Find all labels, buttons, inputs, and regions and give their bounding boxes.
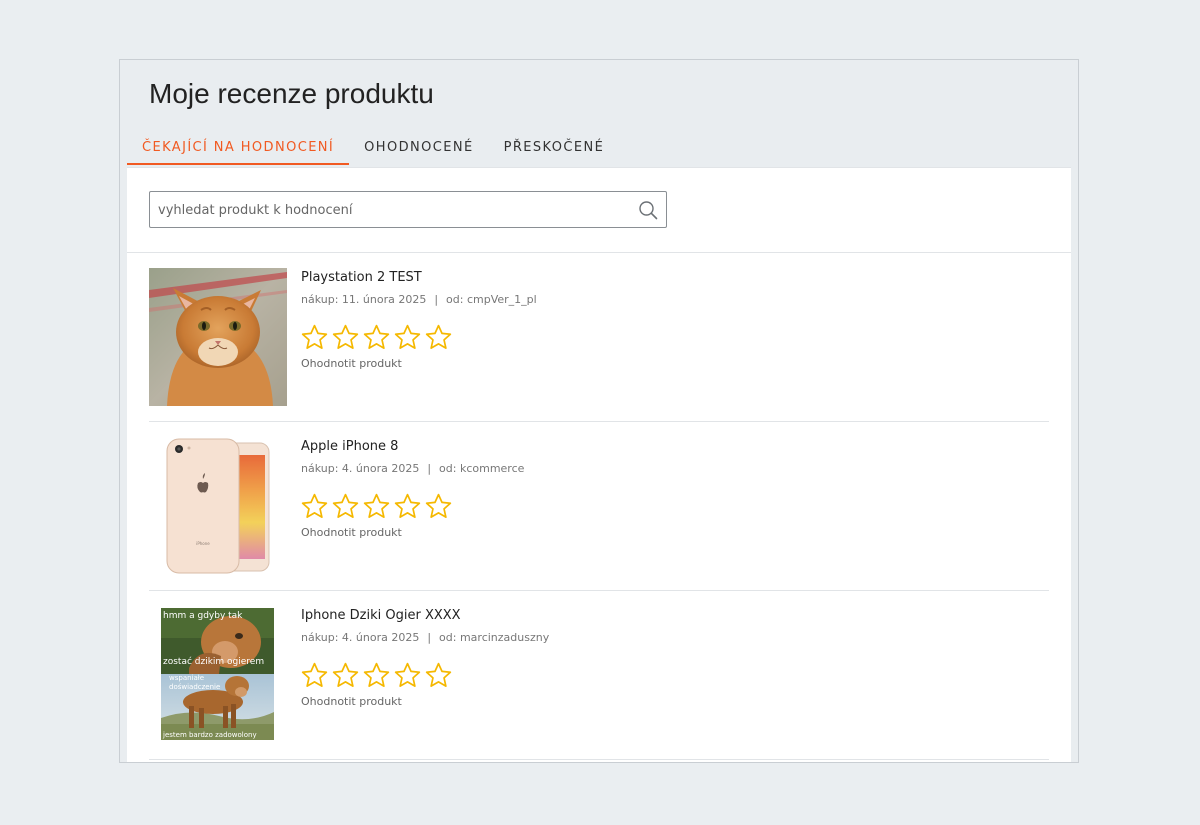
star-icon[interactable] <box>393 661 422 690</box>
tab-skipped[interactable]: PŘESKOČENÉ <box>489 135 620 165</box>
star-icon[interactable] <box>331 323 360 352</box>
purchase-date: nákup: 11. února 2025 <box>301 293 427 306</box>
meme-caption: doświadczenie <box>169 683 220 691</box>
product-item: iPhone Apple iPhone 8 nákup: 4. února 20… <box>149 422 1049 591</box>
meta-separator: | <box>434 293 439 306</box>
star-icon[interactable] <box>424 492 453 521</box>
search-box <box>149 191 667 229</box>
seller-name: od: marcinzaduszny <box>439 631 550 644</box>
product-list: Playstation 2 TEST nákup: 11. února 2025… <box>149 253 1049 760</box>
product-meta: nákup: 11. února 2025 | od: cmpVer_1_pl <box>301 293 537 306</box>
star-icon[interactable] <box>393 492 422 521</box>
star-icon[interactable] <box>362 492 391 521</box>
star-icon[interactable] <box>300 323 329 352</box>
purchase-date: nákup: 4. února 2025 <box>301 631 420 644</box>
product-image-cat[interactable] <box>149 268 287 406</box>
star-icon[interactable] <box>300 492 329 521</box>
product-meta: nákup: 4. února 2025 | od: marcinzaduszny <box>301 631 549 644</box>
meme-caption: zostać dzikim ogierem <box>163 656 264 667</box>
product-item: Playstation 2 TEST nákup: 11. února 2025… <box>149 253 1049 422</box>
star-icon[interactable] <box>300 661 329 690</box>
meme-caption: jestem bardzo zadowolony <box>162 731 257 739</box>
star-icon[interactable] <box>393 323 422 352</box>
product-meta: nákup: 4. února 2025 | od: kcommerce <box>301 462 524 475</box>
rate-product-link[interactable]: Ohodnotit produkt <box>301 695 402 708</box>
product-image-iphone[interactable]: iPhone <box>149 437 287 575</box>
page-title: Moje recenze produktu <box>149 78 434 109</box>
star-icon[interactable] <box>362 661 391 690</box>
star-icon[interactable] <box>362 323 391 352</box>
star-icon[interactable] <box>424 323 453 352</box>
star-icon[interactable] <box>424 661 453 690</box>
tab-bar: ČEKAJÍCÍ NA HODNOCENÍ OHODNOCENÉ PŘESKOČ… <box>127 135 619 167</box>
search-icon[interactable] <box>638 200 658 220</box>
meta-separator: | <box>427 631 432 644</box>
rate-product-link[interactable]: Ohodnotit produkt <box>301 526 402 539</box>
product-item: hmm a gdyby tak zostać dzikim ogierem ws… <box>149 591 1049 760</box>
meta-separator: | <box>427 462 432 475</box>
seller-name: od: kcommerce <box>439 462 525 475</box>
meme-caption: hmm a gdyby tak <box>163 611 243 621</box>
star-icon[interactable] <box>331 661 360 690</box>
star-icon[interactable] <box>331 492 360 521</box>
product-image-meme[interactable]: hmm a gdyby tak zostać dzikim ogierem ws… <box>149 606 287 744</box>
rate-product-link[interactable]: Ohodnotit produkt <box>301 357 402 370</box>
tab-pending[interactable]: ČEKAJÍCÍ NA HODNOCENÍ <box>127 135 350 165</box>
star-rating <box>300 323 453 352</box>
purchase-date: nákup: 4. února 2025 <box>301 462 420 475</box>
product-name[interactable]: Iphone Dziki Ogier XXXX <box>301 608 461 623</box>
star-rating <box>300 661 453 690</box>
product-name[interactable]: Playstation 2 TEST <box>301 270 422 285</box>
reviews-panel: Playstation 2 TEST nákup: 11. února 2025… <box>127 167 1071 762</box>
iphone-logo-text: iPhone <box>196 541 210 546</box>
tab-rated[interactable]: OHODNOCENÉ <box>349 135 488 165</box>
meme-caption: wspaniałe <box>169 674 204 682</box>
star-rating <box>300 492 453 521</box>
seller-name: od: cmpVer_1_pl <box>446 293 537 306</box>
search-input[interactable] <box>156 192 630 229</box>
product-name[interactable]: Apple iPhone 8 <box>301 439 398 454</box>
reviews-window: Moje recenze produktu ČEKAJÍCÍ NA HODNOC… <box>119 59 1079 763</box>
